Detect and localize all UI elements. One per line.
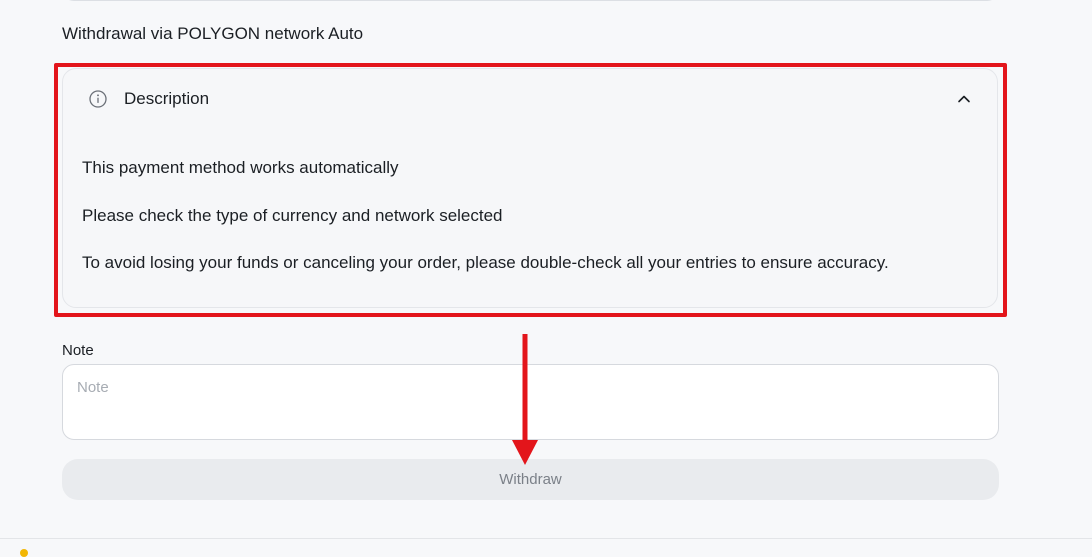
previous-field-edge xyxy=(62,0,999,1)
status-dot xyxy=(20,549,28,557)
withdraw-button[interactable]: Withdraw xyxy=(62,459,999,500)
bottom-divider xyxy=(0,538,1092,539)
withdrawal-method-title: Withdrawal via POLYGON network Auto xyxy=(62,24,364,43)
annotation-highlight-box xyxy=(54,63,1007,317)
note-label: Note xyxy=(62,342,94,359)
note-input[interactable] xyxy=(62,364,999,440)
